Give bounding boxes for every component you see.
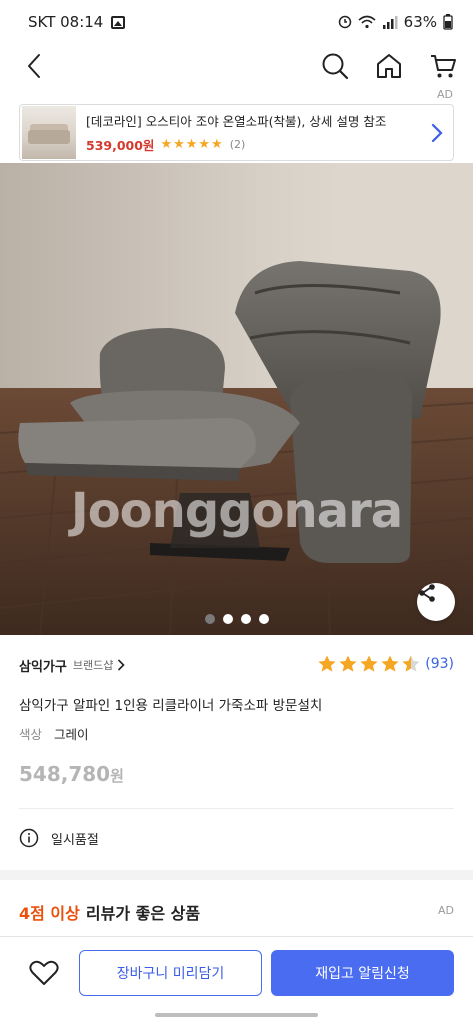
add-to-cart-button[interactable]: 장바구니 미리담기 xyxy=(79,950,262,996)
product-title: 삼익가구 알파인 1인용 리클라이너 가죽소파 방문설치 xyxy=(19,698,323,714)
ad-rating-stars: ★★★★★ xyxy=(160,137,224,152)
back-arrow-icon xyxy=(28,54,40,78)
search-icon xyxy=(322,53,349,80)
restock-alert-button[interactable]: 재입고 알림신청 xyxy=(271,950,454,996)
alarm-icon xyxy=(338,15,351,29)
back-button[interactable] xyxy=(14,46,54,86)
home-indicator xyxy=(155,1013,318,1017)
search-button[interactable] xyxy=(315,46,355,86)
wishlist-button[interactable] xyxy=(22,951,66,995)
carousel-dot[interactable] xyxy=(204,614,215,624)
cart-button[interactable] xyxy=(423,46,463,86)
rating-count: (93) xyxy=(425,656,454,672)
carousel-pagination xyxy=(0,614,473,624)
brand-row: 삼익가구 브랜드샵 (93) xyxy=(19,654,454,676)
status-bar: SKT 08:14 63% xyxy=(0,0,473,44)
cart-icon xyxy=(431,55,456,78)
top-nav-bar xyxy=(0,44,473,88)
option-label: 색상 xyxy=(19,727,43,742)
star-icon xyxy=(360,655,378,672)
ad-product-thumbnail xyxy=(22,106,76,159)
product-rating[interactable]: (93) xyxy=(317,654,454,674)
ad-banner-card[interactable]: [데코라인] 오스티아 조야 온열소파(착불), 상세 설명 참조 539,00… xyxy=(19,104,454,161)
ad-label: AD xyxy=(437,88,453,101)
ad-review-count: (2) xyxy=(229,138,246,151)
gallery-notification-icon xyxy=(111,15,126,29)
section-divider xyxy=(0,870,473,880)
stock-status-row: 일시품절 xyxy=(19,828,99,848)
ad-chevron-right-icon xyxy=(421,113,453,153)
battery-percent: 63% xyxy=(403,13,437,31)
recommend-title: 리뷰가 좋은 상품 xyxy=(85,904,201,923)
stock-status-text: 일시품절 xyxy=(51,832,99,848)
wifi-icon xyxy=(358,15,376,29)
share-icon xyxy=(419,584,435,602)
brand-shop-link[interactable]: 브랜드샵 xyxy=(73,657,113,673)
brand-chevron-right-icon xyxy=(118,659,125,671)
home-button[interactable] xyxy=(369,46,409,86)
carousel-dot[interactable] xyxy=(258,614,269,624)
bottom-action-bar: 장바구니 미리담기 재입고 알림신청 xyxy=(0,936,473,1010)
rating-stars xyxy=(317,654,421,674)
option-value: 그레이 xyxy=(54,727,89,742)
brand-name[interactable]: 삼익가구 xyxy=(19,656,67,675)
carousel-dot[interactable] xyxy=(222,614,233,624)
ad-product-title: [데코라인] 오스티아 조야 온열소파(착불), 상세 설명 참조 xyxy=(86,114,387,129)
recommend-highlight: 4점 이상 xyxy=(19,904,80,923)
status-carrier-time: SKT 08:14 xyxy=(28,13,104,31)
product-photo-recliner xyxy=(0,163,473,635)
heart-icon xyxy=(29,960,59,985)
price-unit: 원 xyxy=(110,767,124,785)
divider xyxy=(19,808,454,809)
price-value: 548,780 xyxy=(19,762,111,786)
star-icon xyxy=(318,655,336,672)
star-icon xyxy=(381,655,399,672)
home-icon xyxy=(377,54,401,78)
star-icon xyxy=(402,655,420,672)
product-price: 548,780원 xyxy=(19,762,124,786)
signal-icon xyxy=(382,16,398,29)
info-icon xyxy=(19,828,39,848)
carousel-dot[interactable] xyxy=(240,614,251,624)
watermark-text: Joonggonara xyxy=(70,483,403,539)
battery-icon xyxy=(443,14,453,30)
star-icon xyxy=(339,655,357,672)
recommend-header: 4점 이상 리뷰가 좋은 상품 AD xyxy=(19,900,454,924)
ad-product-price: 539,000원 xyxy=(86,138,155,153)
product-image-carousel[interactable]: Joonggonara xyxy=(0,163,473,635)
recommend-ad-label: AD xyxy=(438,904,454,917)
option-row: 색상 그레이 xyxy=(19,724,89,743)
